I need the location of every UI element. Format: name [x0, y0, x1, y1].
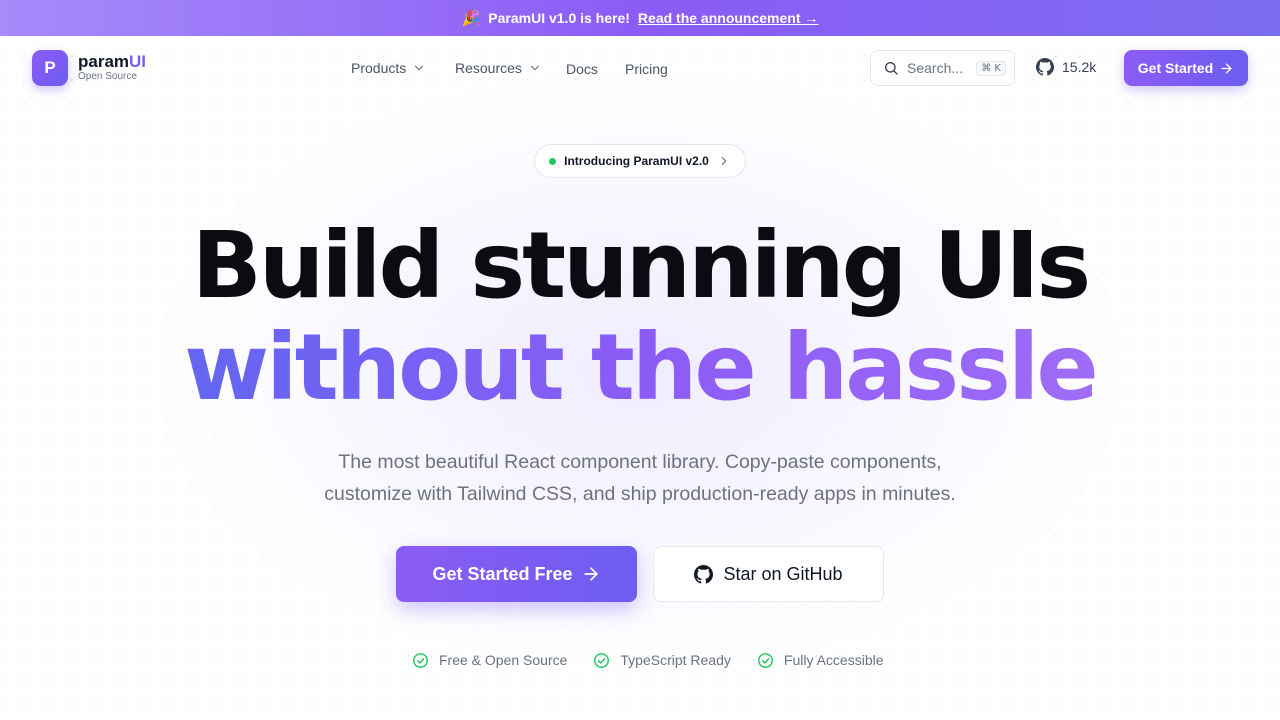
star-on-github-button[interactable]: Star on GitHub [653, 546, 884, 602]
chevron-right-icon [721, 156, 727, 166]
button-label: Star on GitHub [723, 563, 843, 584]
github-star-count: 15.2k [1062, 59, 1097, 75]
announcement-text: ParamUI v1.0 is here! [488, 10, 630, 26]
menu-item-resources[interactable]: Resources [455, 60, 542, 76]
feature-list: Free & Open Source TypeScript Ready Full… [412, 648, 910, 672]
version-badge[interactable]: Introducing ParamUI v2.0 [534, 144, 746, 178]
check-circle-icon [413, 652, 428, 668]
brand[interactable]: paramUI Open Source [78, 52, 146, 82]
chevron-down-icon [415, 65, 424, 71]
search-placeholder: Search... [907, 60, 964, 76]
brand-subtitle: Open Source [78, 71, 137, 82]
feature-label: Free & Open Source [439, 652, 568, 668]
get-started-button[interactable]: Get Started [1124, 50, 1248, 86]
hero-headline-gradient-text: without the hassle [184, 314, 1099, 421]
github-icon [1036, 58, 1054, 76]
arrow-right-icon [1221, 63, 1232, 73]
check-circle-icon [757, 652, 773, 668]
search-shortcut: ⌘ K [976, 60, 1006, 76]
arrow-right-icon [583, 567, 598, 581]
hero-subtext-line1: The most beautiful React component libra… [338, 451, 942, 473]
button-label: Get Started Free [432, 563, 573, 584]
github-stars-link[interactable]: 15.2k [1036, 58, 1096, 76]
feature-item: Free & Open Source [412, 652, 567, 669]
search-icon [885, 61, 898, 75]
feature-label: TypeScript Ready [620, 652, 731, 668]
announcement-bar: 🎉 ParamUI v1.0 is here! Read the announc… [0, 0, 1280, 36]
brand-name-accent: UI [129, 52, 147, 71]
announcement-link[interactable]: Read the announcement → [638, 10, 818, 26]
menu-item-label: Products [351, 60, 407, 76]
logo[interactable]: P [32, 50, 68, 86]
menu-item-pricing[interactable]: Pricing [625, 61, 668, 77]
check-circle-icon [594, 652, 610, 668]
brand-name: paramUI [78, 52, 146, 72]
feature-label: Fully Accessible [783, 652, 884, 668]
menu-item-docs[interactable]: Docs [566, 61, 598, 77]
menu-item-products[interactable]: Products [351, 60, 426, 76]
hero-subtext-line2: customize with Tailwind CSS, and ship pr… [324, 483, 956, 505]
menu-item-label: Docs [566, 61, 598, 77]
badge-text: Introducing ParamUI v2.0 [564, 154, 709, 168]
hero-headline-line2: without the hassle [0, 318, 1280, 418]
chevron-down-icon [530, 65, 540, 71]
party-popper-icon: 🎉 [461, 10, 481, 27]
navbar: P paramUI Open Source Products Resources… [0, 36, 1280, 102]
button-label: Get Started [1137, 60, 1214, 76]
feature-item: TypeScript Ready [593, 652, 731, 669]
search-button[interactable]: Search... ⌘ K [870, 50, 1015, 86]
feature-item: Fully Accessible [757, 652, 884, 669]
brand-name-main: param [78, 52, 130, 71]
hero-headline-line1: Build stunning UIs [191, 212, 1091, 319]
github-icon [694, 564, 714, 584]
menu-item-label: Resources [455, 60, 522, 76]
get-started-free-button[interactable]: Get Started Free [396, 546, 637, 602]
hero-subtext: The most beautiful React component libra… [0, 446, 1280, 510]
menu-item-label: Pricing [625, 61, 668, 77]
status-dot-icon [549, 157, 557, 165]
